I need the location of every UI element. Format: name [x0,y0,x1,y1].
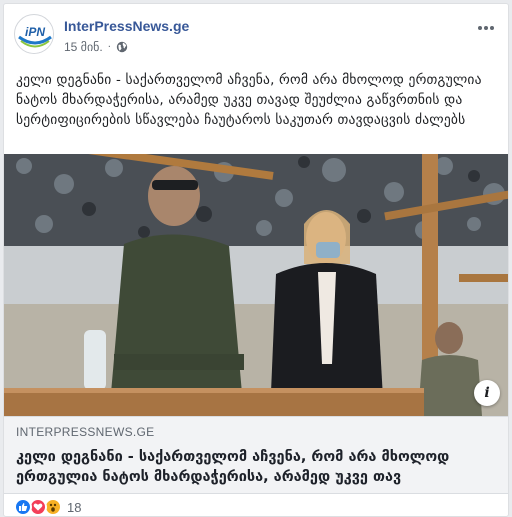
avatar-logo-text: iPN [25,25,45,39]
photo-illustration [4,154,508,416]
like-reaction-icon [14,498,32,516]
facebook-post: iPN InterPressNews.ge 15 მინ. · კელი დეგ… [3,3,509,517]
reaction-count: 18 [67,499,82,515]
reactions-summary[interactable]: 18 [14,498,81,516]
post-header: iPN InterPressNews.ge 15 მინ. · [4,4,508,66]
more-options-button[interactable] [474,18,498,38]
post-photo[interactable]: i [4,154,508,416]
globe-icon[interactable] [116,41,128,53]
page-avatar[interactable]: iPN [14,14,54,54]
page-name-link[interactable]: InterPressNews.ge [64,18,189,34]
more-horizontal-icon [478,26,494,30]
post-message: კელი დეგნანი - საქართველომ აჩვენა, რომ ა… [16,72,482,128]
post-meta: 15 მინ. · [64,40,128,54]
info-button[interactable]: i [474,380,500,406]
meta-separator: · [107,41,111,53]
ipn-logo-icon: iPN [16,16,53,53]
link-preview[interactable]: INTERPRESSNEWS.GE კელი დეგნანი - საქართვ… [4,416,508,494]
link-domain: INTERPRESSNEWS.GE [16,425,155,439]
link-title[interactable]: კელი დეგნანი - საქართველომ აჩვენა, რომ ა… [16,447,498,487]
post-timestamp[interactable]: 15 მინ. [64,40,103,54]
